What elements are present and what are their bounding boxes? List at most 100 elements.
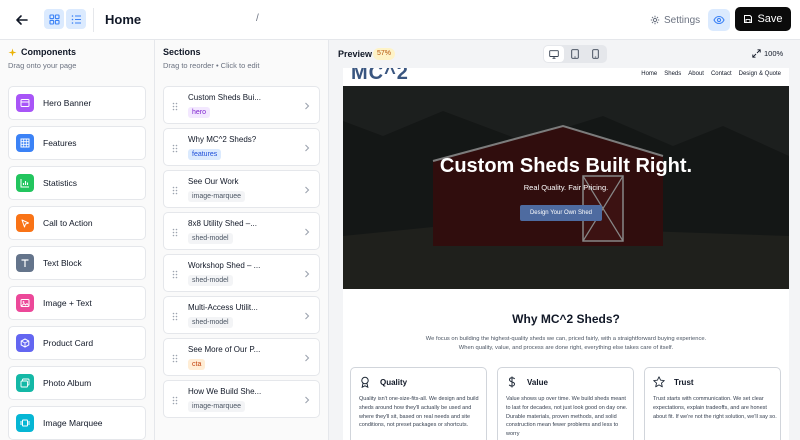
section-type-tag: shed-model bbox=[188, 275, 233, 286]
section-item[interactable]: Workshop Shed – ... shed-model bbox=[163, 254, 320, 292]
component-hero-banner[interactable]: Hero Banner bbox=[8, 86, 146, 120]
why-desc-line-1: We focus on building the highest-quality… bbox=[425, 336, 707, 342]
sections-title: Sections bbox=[163, 47, 201, 57]
save-icon bbox=[744, 15, 753, 23]
section-type-tag: shed-model bbox=[188, 233, 233, 244]
section-name: See More of Our P... bbox=[188, 345, 261, 354]
top-toolbar: Home / Settings Save bbox=[0, 0, 800, 40]
section-name: See Our Work bbox=[188, 177, 239, 186]
hero-cta-button[interactable]: Design Your Own Shed bbox=[520, 205, 602, 221]
chevron-right-icon bbox=[305, 144, 310, 152]
why-section-title: Why MC^2 Sheds? bbox=[512, 312, 620, 326]
settings-button[interactable]: Settings bbox=[650, 12, 700, 28]
drag-handle-icon[interactable] bbox=[172, 312, 178, 321]
desktop-view-button[interactable] bbox=[544, 46, 564, 62]
preview-label: Preview bbox=[338, 49, 373, 59]
mobile-view-button[interactable] bbox=[585, 46, 605, 62]
drag-handle-icon[interactable] bbox=[172, 186, 178, 195]
nav-link-sheds[interactable]: Sheds bbox=[664, 71, 681, 77]
text-icon bbox=[16, 254, 34, 272]
section-item[interactable]: How We Build She... image-marquee bbox=[163, 380, 320, 418]
drag-handle-icon[interactable] bbox=[172, 228, 178, 237]
site-nav-links: Home Sheds About Contact Design & Quote bbox=[641, 71, 781, 77]
why-desc-line-2: When quality, value, and process are don… bbox=[458, 344, 674, 351]
hero-title: Custom Sheds Built Right. bbox=[439, 155, 693, 177]
components-subtitle: Drag onto your page bbox=[8, 61, 77, 70]
feature-title: Quality bbox=[380, 378, 408, 387]
sparkle-icon bbox=[8, 48, 17, 56]
nav-link-contact[interactable]: Contact bbox=[711, 71, 732, 77]
hero-banner-icon bbox=[16, 94, 34, 112]
site-logo: MC^2 bbox=[351, 68, 409, 84]
tablet-view-button[interactable] bbox=[565, 46, 585, 62]
section-item[interactable]: Custom Sheds Bui... hero bbox=[163, 86, 320, 124]
feature-body: Quality isn't one-size-fits-all. We desi… bbox=[359, 396, 479, 429]
nav-link-about[interactable]: About bbox=[688, 71, 704, 77]
award-icon bbox=[361, 376, 369, 388]
feature-title: Trust bbox=[674, 378, 694, 387]
feature-body: Trust starts with communication. We set … bbox=[653, 396, 777, 420]
section-name: How We Build She... bbox=[188, 387, 262, 396]
section-item[interactable]: 8x8 Utility Shed –... shed-model bbox=[163, 212, 320, 250]
settings-label: Settings bbox=[664, 14, 701, 26]
feature-title: Value bbox=[527, 378, 548, 387]
component-text-block[interactable]: Text Block bbox=[8, 246, 146, 280]
drag-handle-icon[interactable] bbox=[172, 396, 178, 405]
section-type-tag: image-marquee bbox=[188, 401, 246, 412]
component-image-marquee[interactable]: Image Marquee bbox=[8, 406, 146, 440]
hero-subtitle: Real Quality. Fair Pricing. bbox=[523, 183, 609, 192]
photo-album-icon bbox=[16, 374, 34, 392]
back-button[interactable] bbox=[12, 10, 32, 30]
save-label: Save bbox=[757, 13, 783, 25]
nav-link-design-quote[interactable]: Design & Quote bbox=[739, 71, 781, 77]
pointer-icon bbox=[16, 214, 34, 232]
sections-panel: Sections Drag to reorder • Click to edit… bbox=[155, 40, 329, 440]
drag-handle-icon[interactable] bbox=[172, 102, 178, 111]
components-title: Components bbox=[8, 47, 76, 57]
component-label: Statistics bbox=[43, 178, 78, 188]
section-item[interactable]: Why MC^2 Sheds? features bbox=[163, 128, 320, 166]
section-item[interactable]: Multi-Access Utilit... shed-model bbox=[163, 296, 320, 334]
list-view-button[interactable] bbox=[66, 9, 86, 29]
section-type-tag: hero bbox=[188, 107, 211, 118]
star-icon bbox=[653, 376, 665, 388]
drag-handle-icon[interactable] bbox=[172, 270, 178, 279]
component-features[interactable]: Features bbox=[8, 126, 146, 160]
feature-body: Value shows up over time. We build sheds… bbox=[506, 396, 628, 438]
drag-handle-icon[interactable] bbox=[172, 144, 178, 153]
section-name: Why MC^2 Sheds? bbox=[188, 135, 257, 144]
eye-icon bbox=[713, 15, 725, 25]
section-item[interactable]: See Our Work image-marquee bbox=[163, 170, 320, 208]
component-label: Hero Banner bbox=[43, 98, 92, 108]
preview-toggle-button[interactable] bbox=[708, 9, 730, 31]
device-toggle bbox=[543, 45, 607, 63]
drag-handle-icon[interactable] bbox=[172, 354, 178, 363]
chevron-right-icon bbox=[305, 228, 310, 236]
section-name: Multi-Access Utilit... bbox=[188, 303, 258, 312]
gear-icon bbox=[650, 15, 660, 25]
component-label: Product Card bbox=[43, 338, 94, 348]
component-label: Features bbox=[43, 138, 77, 148]
monitor-icon bbox=[549, 49, 559, 59]
sections-subtitle: Drag to reorder • Click to edit bbox=[163, 61, 260, 70]
chevron-right-icon bbox=[305, 312, 310, 320]
grid-icon bbox=[48, 13, 60, 25]
chevron-right-icon bbox=[305, 186, 310, 194]
grid-view-button[interactable] bbox=[44, 9, 64, 29]
section-item[interactable]: See More of Our P... cta bbox=[163, 338, 320, 376]
component-call-to-action[interactable]: Call to Action bbox=[8, 206, 146, 240]
site-preview-canvas[interactable]: MC^2 Home Sheds About Contact Design & Q… bbox=[343, 68, 789, 440]
section-name: Custom Sheds Bui... bbox=[188, 93, 261, 102]
component-statistics[interactable]: Statistics bbox=[8, 166, 146, 200]
hero-section: Custom Sheds Built Right. Real Quality. … bbox=[343, 86, 789, 289]
save-button[interactable]: Save bbox=[735, 7, 791, 31]
smartphone-icon bbox=[591, 49, 599, 59]
page-path: / bbox=[256, 13, 259, 24]
nav-link-home[interactable]: Home bbox=[641, 71, 657, 77]
component-photo-album[interactable]: Photo Album bbox=[8, 366, 146, 400]
component-image-text[interactable]: Image + Text bbox=[8, 286, 146, 320]
components-title-text: Components bbox=[21, 47, 76, 57]
component-product-card[interactable]: Product Card bbox=[8, 326, 146, 360]
zoom-expand-button[interactable]: 100% bbox=[752, 49, 783, 58]
components-panel: Components Drag onto your page Hero Bann… bbox=[0, 40, 155, 440]
